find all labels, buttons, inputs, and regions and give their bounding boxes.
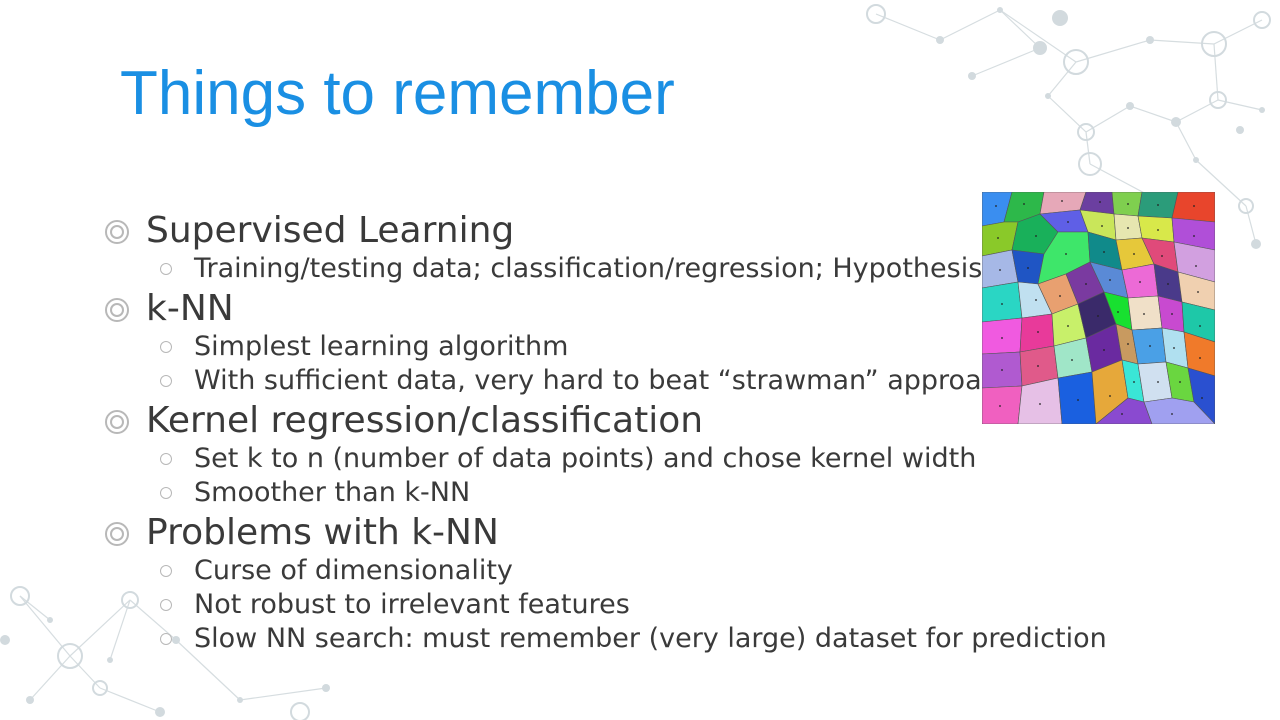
target-bullet-icon [105,522,129,546]
list-item: Curse of dimensionality [104,554,1204,588]
list-item: Smoother than k-NN [104,476,1204,510]
section-heading: k-NN [146,288,234,329]
list-item: Set k to n (number of data points) and c… [104,442,1204,476]
circle-bullet-icon [160,633,172,645]
section-problems-knn: Problems with k-NN [104,512,1204,554]
circle-bullet-icon [160,375,172,387]
section-heading: Kernel regression/classification [146,400,704,441]
circle-bullet-icon [160,599,172,611]
list-item: Not robust to irrelevant features [104,588,1204,622]
circle-bullet-icon [160,565,172,577]
section-heading: Problems with k-NN [146,512,499,553]
page-title: Things to remember [120,59,675,128]
circle-bullet-icon [160,263,172,275]
list-item: Slow NN search: must remember (very larg… [104,622,1204,656]
circle-bullet-icon [160,341,172,353]
target-bullet-icon [105,298,129,322]
target-bullet-icon [105,220,129,244]
circle-bullet-icon [160,453,172,465]
section-heading: Supervised Learning [146,210,515,251]
voronoi-diagram-image [982,192,1215,424]
target-bullet-icon [105,410,129,434]
circle-bullet-icon [160,487,172,499]
